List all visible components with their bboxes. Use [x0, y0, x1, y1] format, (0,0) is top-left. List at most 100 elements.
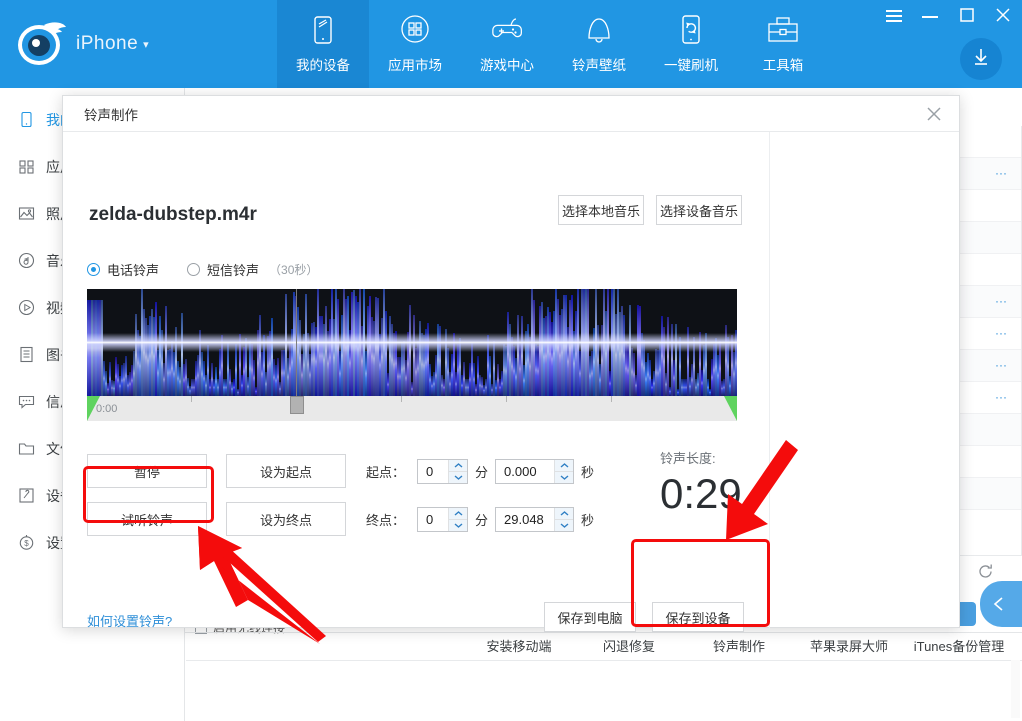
radio-phone-ringtone[interactable]: 电话铃声: [87, 260, 159, 279]
close-icon[interactable]: [994, 6, 1012, 24]
nav-item-flash-device[interactable]: 一键刷机: [645, 0, 737, 88]
nav-item-app-market[interactable]: 应用市场: [369, 0, 461, 88]
title-bar: iPhone ▾ 我的设备 应用市场 游戏中心 铃声壁纸 一键刷机 工具箱: [0, 0, 1022, 88]
start-minutes-stepper[interactable]: 0: [417, 458, 468, 484]
minimize-icon[interactable]: [922, 6, 940, 24]
select-device-music-button[interactable]: 选择设备音乐: [656, 195, 742, 225]
start-range-row: 起点： 0 分 0.000 秒: [366, 454, 594, 488]
end-seconds-stepper[interactable]: 29.048: [495, 506, 575, 532]
save-buttons: 保存到电脑 保存到设备: [544, 602, 744, 632]
apps-grid-icon: [18, 158, 35, 175]
dialog-title: 铃声制作: [84, 107, 138, 123]
info-icon: [18, 487, 35, 504]
radio-sms-ringtone[interactable]: 短信铃声 （30秒）: [187, 260, 318, 279]
bottom-tool-label: 闪退修复: [602, 639, 655, 654]
transport-controls: 暂停 设为起点 试听铃声 设为终点: [87, 454, 346, 550]
photo-icon: [18, 205, 35, 222]
brand-area[interactable]: iPhone ▾: [0, 0, 185, 88]
pause-button[interactable]: 暂停: [87, 454, 207, 488]
chevron-down-icon[interactable]: [449, 471, 467, 483]
ringtone-length-display: 铃声长度: 0:29: [660, 448, 742, 518]
bottom-tool-label: 安装移动端: [486, 639, 552, 654]
end-minutes-unit: 分: [475, 512, 489, 528]
bottom-tool-label: iTunes备份管理: [913, 639, 1005, 654]
nav-label: 工具箱: [762, 58, 804, 73]
ringtone-type-radios: 电话铃声 短信铃声 （30秒）: [87, 260, 318, 279]
bell-icon: [582, 14, 616, 47]
end-marker-handle[interactable]: [724, 396, 737, 421]
end-minutes-stepper[interactable]: 0: [417, 506, 468, 532]
nav-item-game-center[interactable]: 游戏中心: [461, 0, 553, 88]
vertical-scrollbar[interactable]: [1011, 660, 1020, 718]
ringtone-length-label: 铃声长度:: [660, 451, 716, 466]
chevron-up-icon[interactable]: [449, 459, 467, 472]
playhead-line: [296, 289, 297, 396]
row-link[interactable]: ···: [995, 358, 1007, 372]
stepper-arrows: [448, 507, 467, 531]
preview-ringtone-button[interactable]: 试听铃声: [87, 502, 207, 536]
chevron-up-icon[interactable]: [449, 507, 467, 520]
close-icon[interactable]: [925, 105, 943, 123]
nav-item-my-device[interactable]: 我的设备: [277, 0, 369, 88]
menu-icon[interactable]: [886, 6, 904, 24]
settings-icon: $: [18, 534, 35, 551]
nav-label: 游戏中心: [480, 58, 534, 73]
ringtone-length-value: 0:29: [660, 470, 742, 517]
nav-item-ringtone-wallpaper[interactable]: 铃声壁纸: [553, 0, 645, 88]
apps-grid-icon: [398, 14, 432, 47]
chevron-down-icon[interactable]: [449, 519, 467, 531]
select-local-music-button[interactable]: 选择本地音乐: [558, 195, 644, 225]
radio-dot-icon: [187, 263, 201, 276]
chevron-down-icon[interactable]: ▾: [143, 38, 149, 51]
start-seconds-stepper[interactable]: 0.000: [495, 458, 575, 484]
main-nav: 我的设备 应用市场 游戏中心 铃声壁纸 一键刷机 工具箱: [277, 0, 829, 88]
playhead-knob[interactable]: [290, 396, 304, 414]
save-to-device-button[interactable]: 保存到设备: [652, 602, 744, 632]
source-buttons: 选择本地音乐 选择设备音乐: [558, 195, 742, 225]
file-name: zelda-dubstep.m4r: [89, 204, 257, 225]
maximize-icon[interactable]: [958, 6, 976, 24]
start-minutes-unit: 分: [475, 464, 489, 480]
device-icon: [306, 14, 340, 47]
timeline-bar[interactable]: 0:00: [87, 396, 737, 421]
window-controls: [886, 6, 1012, 24]
row-link[interactable]: ···: [995, 294, 1007, 308]
download-icon: [969, 45, 993, 74]
toolbox-icon: [766, 14, 800, 47]
row-link[interactable]: ···: [995, 166, 1007, 180]
end-label: 终点：: [366, 512, 406, 528]
save-to-computer-button[interactable]: 保存到电脑: [544, 602, 636, 632]
nav-item-toolbox[interactable]: 工具箱: [737, 0, 829, 88]
chevron-up-icon[interactable]: [555, 507, 574, 520]
how-to-set-ringtone-link[interactable]: 如何设置铃声?: [87, 611, 172, 630]
waveform-editor[interactable]: 0:00: [87, 289, 737, 421]
start-seconds-value[interactable]: 0.000: [496, 460, 554, 483]
start-label: 起点：: [366, 464, 406, 480]
flash-device-icon: [674, 14, 708, 47]
end-minutes-value[interactable]: 0: [418, 508, 448, 531]
chevron-up-icon[interactable]: [555, 459, 574, 472]
radio-sublabel: （30秒）: [269, 263, 319, 277]
ringtone-maker-dialog: 铃声制作 zelda-dubstep.m4r 选择本地音乐 选择设备音乐 电话铃…: [62, 95, 960, 632]
set-start-button[interactable]: 设为起点: [226, 454, 346, 488]
message-icon: [18, 393, 35, 410]
timeline-start-time: 0:00: [96, 403, 118, 415]
bottom-tool-label: 苹果录屏大师: [809, 639, 888, 654]
nav-label: 铃声壁纸: [572, 58, 626, 73]
row-link[interactable]: ···: [995, 390, 1007, 404]
chevron-down-icon[interactable]: [555, 471, 574, 483]
bottom-tool-label: 铃声制作: [712, 639, 765, 654]
row-link[interactable]: ···: [995, 326, 1007, 340]
waveform-display[interactable]: [87, 289, 737, 396]
download-button[interactable]: [960, 38, 1002, 80]
brand-device-name: iPhone: [76, 33, 139, 54]
stepper-arrows: [448, 459, 467, 483]
gamepad-icon: [490, 14, 524, 47]
chevron-down-icon[interactable]: [555, 519, 574, 531]
refresh-icon[interactable]: [977, 563, 994, 580]
start-minutes-value[interactable]: 0: [418, 460, 448, 483]
music-icon: [18, 252, 35, 269]
end-seconds-value[interactable]: 29.048: [496, 508, 554, 531]
set-end-button[interactable]: 设为终点: [226, 502, 346, 536]
end-range-row: 终点： 0 分 29.048 秒: [366, 502, 594, 536]
